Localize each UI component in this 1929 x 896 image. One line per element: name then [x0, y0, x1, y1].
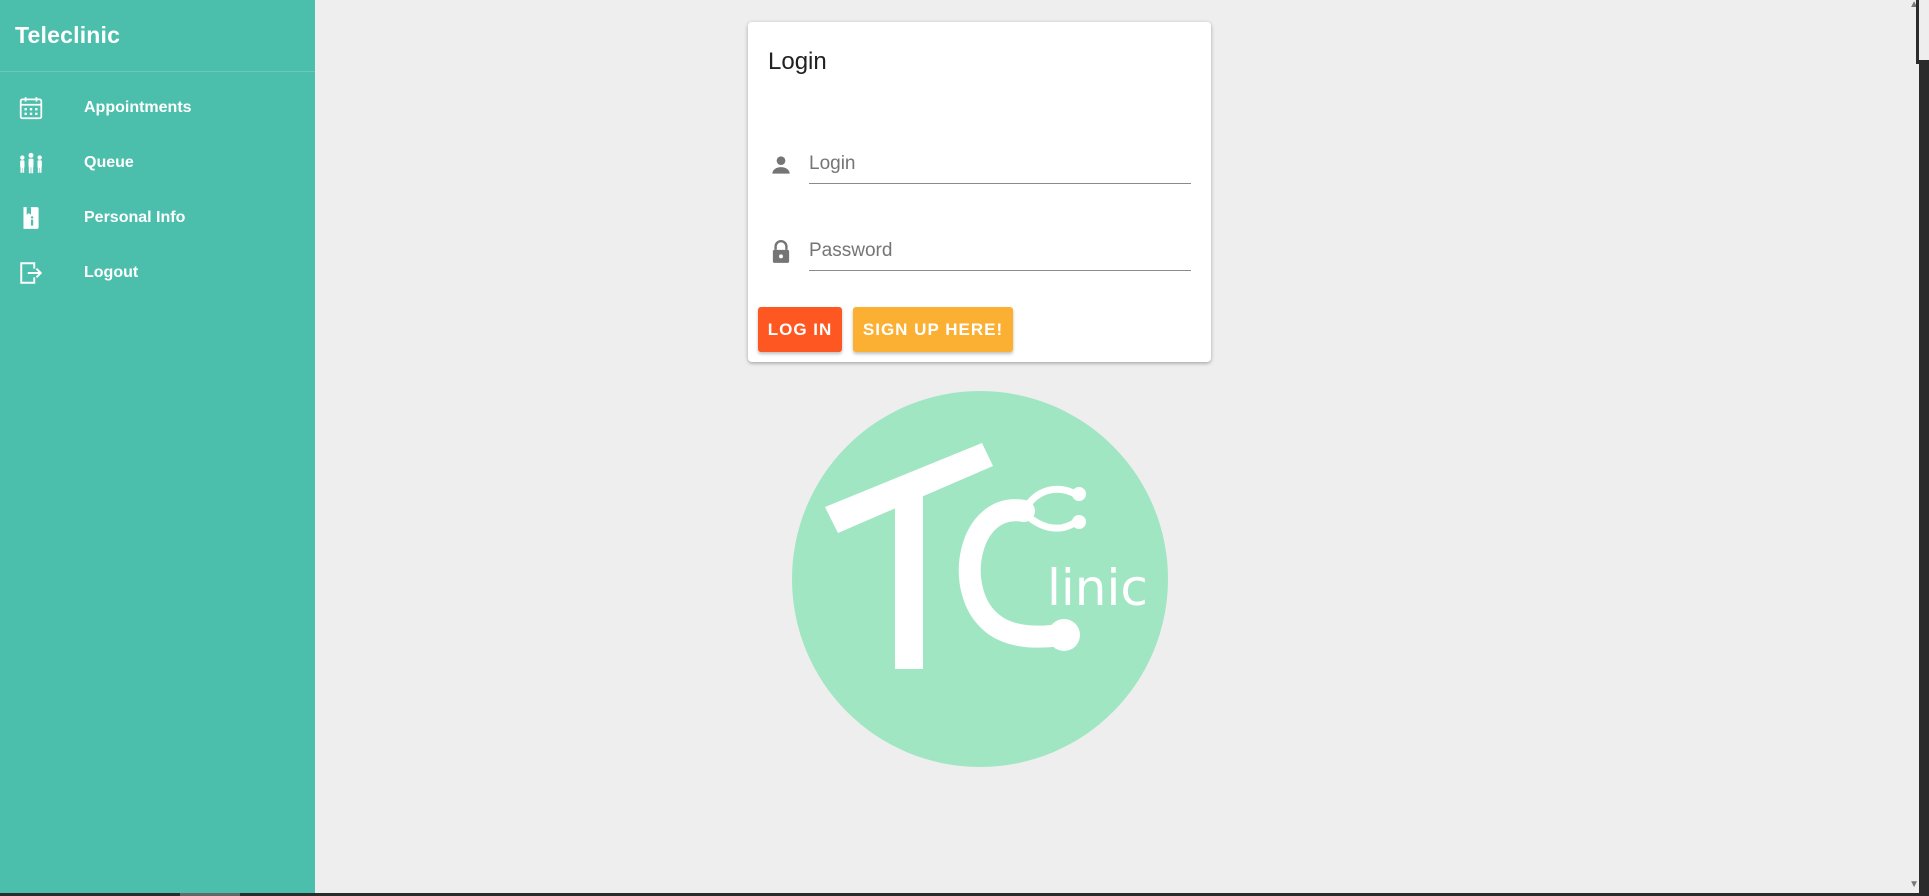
sidebar-item-appointments[interactable]: Appointments: [0, 80, 315, 135]
scrollbar-track-edge: [1919, 60, 1929, 896]
vertical-scrollbar[interactable]: ▲ ▼: [1903, 0, 1929, 896]
login-card: Login LOG IN SIGN UP HERE!: [748, 22, 1211, 362]
sidebar-item-queue[interactable]: Queue: [0, 135, 315, 190]
login-card-title: Login: [768, 48, 827, 75]
info-book-icon: [0, 205, 84, 231]
logo-graphic: linic: [792, 391, 1168, 767]
sidebar-item-label: Appointments: [84, 98, 192, 116]
logo-text: linic: [1047, 559, 1148, 617]
password-input[interactable]: [809, 231, 1191, 271]
sidebar: Teleclinic Appointments Queue Personal I…: [0, 0, 315, 893]
person-icon: [768, 152, 794, 178]
sidebar-item-label: Queue: [84, 153, 134, 171]
people-queue-icon: [0, 150, 84, 176]
lock-icon: [768, 239, 794, 265]
password-field: [768, 231, 1191, 275]
logout-icon: [0, 260, 84, 286]
app-brand[interactable]: Teleclinic: [0, 0, 315, 72]
sidebar-nav: Appointments Queue Personal Info Logout: [0, 80, 315, 300]
login-input[interactable]: [809, 144, 1191, 184]
sidebar-item-label: Personal Info: [84, 208, 186, 226]
sidebar-item-logout[interactable]: Logout: [0, 245, 315, 300]
sign-up-button[interactable]: SIGN UP HERE!: [853, 307, 1013, 352]
login-field: [768, 144, 1191, 188]
scrollbar-edge: [1916, 0, 1919, 64]
sidebar-item-personal-info[interactable]: Personal Info: [0, 190, 315, 245]
scroll-down-arrow-icon[interactable]: ▼: [1909, 880, 1919, 890]
sidebar-item-label: Logout: [84, 263, 139, 281]
log-in-button[interactable]: LOG IN: [758, 307, 842, 352]
teleclinic-logo: linic: [792, 391, 1168, 767]
calendar-icon: [0, 95, 84, 121]
